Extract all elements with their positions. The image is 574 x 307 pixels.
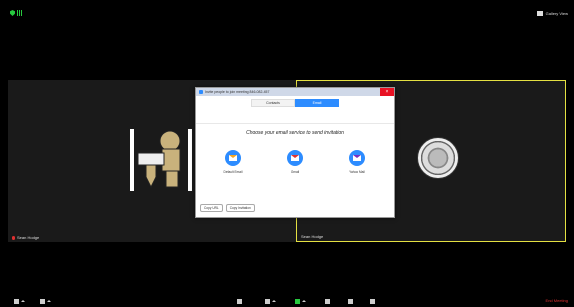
view-label: Gallery View <box>545 10 568 16</box>
chevron-up-icon[interactable] <box>302 300 306 302</box>
tab-email[interactable]: Email <box>295 99 339 107</box>
invite-tabs: Contacts Email <box>196 96 394 124</box>
invite-dialog: Invite people to join meeting 846-082-45… <box>195 87 395 218</box>
share-screen-button[interactable] <box>295 297 306 305</box>
record-icon <box>348 298 353 304</box>
dialog-footer: Copy URL Copy Invitation <box>200 204 255 212</box>
chevron-up-icon[interactable] <box>47 300 51 302</box>
dialog-title-bar: Invite people to join meeting 846-082-45… <box>196 88 394 96</box>
gmail-icon <box>287 150 303 166</box>
email-service-heading: Choose your email service to send invita… <box>246 130 344 136</box>
participants-icon <box>237 298 242 304</box>
tab-contacts[interactable]: Contacts <box>251 99 295 107</box>
people-icon <box>265 298 270 304</box>
chevron-up-icon[interactable] <box>272 300 276 302</box>
yahoo-mail-icon <box>349 150 365 166</box>
email-services: Default Email Gmail Yahoo Mail <box>196 150 394 174</box>
dialog-title: Invite people to join meeting 846-082-45… <box>205 90 270 94</box>
yahoo-mail-option[interactable]: Yahoo Mail <box>345 150 369 174</box>
seal-emblem-image <box>417 137 459 179</box>
meeting-toolbar: End Meeting <box>0 295 574 307</box>
close-icon[interactable]: × <box>380 88 394 96</box>
connection-signal-icon[interactable] <box>17 10 22 16</box>
copy-invitation-button[interactable]: Copy Invitation <box>225 204 255 212</box>
share-screen-icon <box>295 298 300 304</box>
chat-icon <box>325 298 330 304</box>
zoom-meeting-window: Gallery View Sean Hodge Sean Hodge Invit… <box>0 0 574 307</box>
mute-button[interactable] <box>14 297 25 305</box>
end-meeting-button[interactable]: End Meeting <box>546 298 568 303</box>
reactions-icon <box>370 298 375 304</box>
chevron-up-icon[interactable] <box>21 300 25 302</box>
muted-mic-icon <box>12 235 15 240</box>
gmail-option[interactable]: Gmail <box>283 150 307 174</box>
meeting-top-bar: Gallery View <box>0 0 574 18</box>
microphone-icon <box>14 298 19 304</box>
participant-name-right: Sean Hodge <box>301 234 324 239</box>
default-email-option[interactable]: Default Email <box>221 150 245 174</box>
participants-button[interactable] <box>237 297 242 305</box>
video-camera-icon <box>40 298 45 304</box>
video-button[interactable] <box>40 297 51 305</box>
saints-logo-image <box>130 129 192 191</box>
record-button[interactable] <box>348 297 353 305</box>
chat-button[interactable] <box>325 297 330 305</box>
gallery-view-button[interactable]: Gallery View <box>536 8 568 18</box>
grid-icon <box>536 10 543 16</box>
manage-participants-button[interactable] <box>265 297 276 305</box>
participant-name-left: Sean Hodge <box>12 235 39 240</box>
copy-url-button[interactable]: Copy URL <box>200 204 223 212</box>
default-email-icon <box>225 150 241 166</box>
zoom-logo-icon <box>199 90 203 94</box>
reactions-button[interactable] <box>370 297 375 305</box>
encryption-shield-icon[interactable] <box>10 10 15 16</box>
